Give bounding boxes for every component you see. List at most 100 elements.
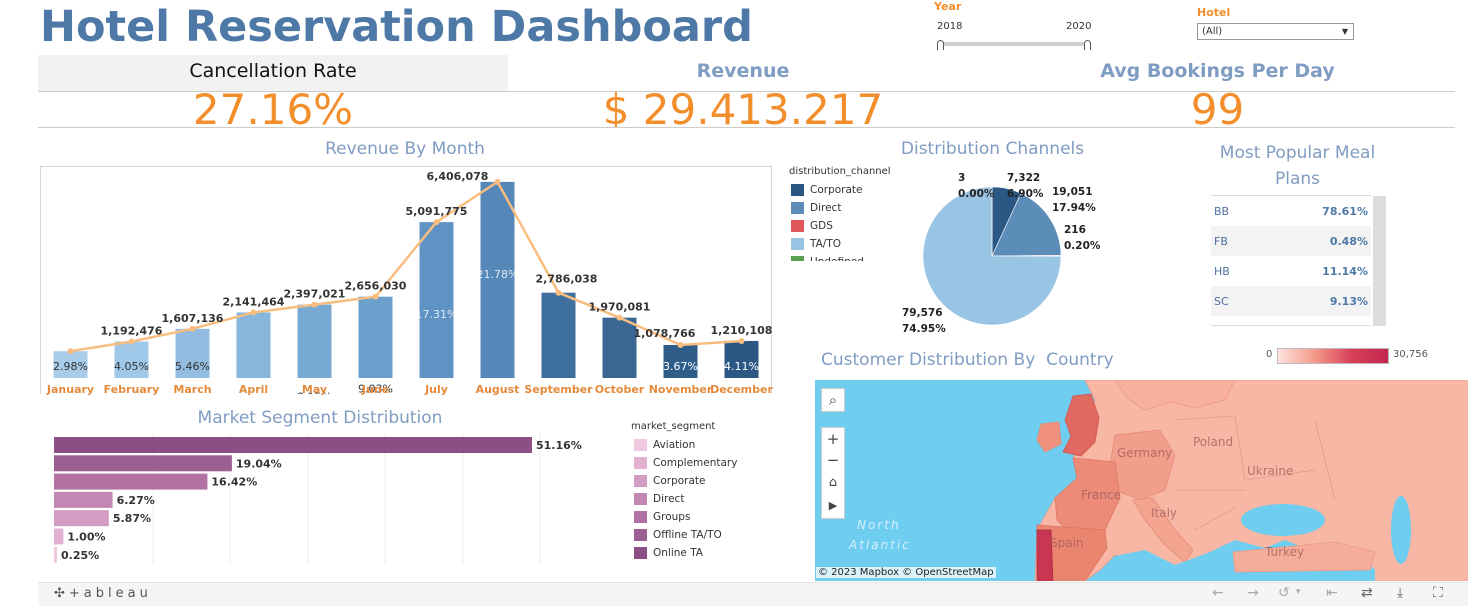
revenue-bar-april[interactable] [236, 312, 271, 378]
month-label: September [524, 383, 593, 396]
meal-pct: 9.13% [1329, 294, 1368, 308]
play-icon: ▶ [828, 499, 838, 512]
year-max-label: 2020 [1066, 21, 1092, 32]
distribution-legend-item[interactable]: TA/TO [791, 235, 864, 253]
revenue-trend-point[interactable] [677, 341, 684, 348]
revenue-trend-point[interactable] [250, 309, 257, 316]
meal-name: BB [1214, 204, 1230, 218]
pie-label-direct-count: 19,051 [1052, 186, 1093, 198]
year-slider-track[interactable] [940, 42, 1091, 46]
revenue-trend-point[interactable] [128, 338, 135, 345]
revenue-bar-july[interactable] [419, 222, 454, 378]
revenue-trend-point[interactable] [67, 348, 74, 355]
undo-icon[interactable]: ← [1212, 585, 1224, 601]
market-bar-aviation[interactable] [54, 546, 57, 563]
map-toolbar-expand-button[interactable]: ▶ [822, 494, 844, 518]
revenue-trend-point[interactable] [738, 337, 745, 344]
revenue-value-label: 6,406,078 [427, 170, 489, 183]
fullscreen-icon[interactable]: ⛶ [1433, 585, 1443, 601]
legend-swatch [634, 457, 647, 469]
revenue-bar-june[interactable] [358, 296, 393, 378]
download-icon[interactable]: ⤓ [1397, 585, 1403, 601]
market-bar-onlineta[interactable] [54, 437, 532, 453]
distribution-legend-item[interactable]: Undefined [791, 253, 864, 261]
market-legend-item[interactable]: Offline TA/TO [634, 526, 737, 544]
market-legend-item[interactable]: Aviation [634, 436, 737, 454]
market-segment-chart[interactable]: 51.16% 19.04% 16.42% 6.27% 5.87% 1.00% 0.25% [40, 433, 600, 565]
market-bar-corporate[interactable] [54, 510, 109, 527]
meal-table-scrollbar[interactable] [1373, 196, 1386, 326]
kpi-bookings-title: Avg Bookings Per Day [1100, 60, 1335, 82]
redo-icon[interactable]: → [1247, 585, 1259, 601]
revenue-bar-october[interactable] [602, 317, 637, 378]
legend-swatch [791, 220, 804, 232]
market-bar-groups[interactable] [54, 473, 208, 490]
market-bar-direct[interactable] [54, 491, 113, 508]
month-label: June [361, 383, 390, 396]
map-ocean-label-2: Atlantic [849, 538, 911, 552]
market-legend-item[interactable]: Groups [634, 508, 737, 526]
year-slider-min-handle[interactable] [937, 40, 944, 50]
pie-label-tato-count: 79,576 [902, 307, 943, 319]
revenue-trend-point[interactable] [372, 293, 379, 300]
market-legend-item[interactable]: Corporate [634, 472, 737, 490]
revert-dropdown-icon[interactable]: ▾ [1296, 587, 1301, 597]
month-label: March [173, 383, 212, 396]
market-bar-label: 16.42% [211, 476, 257, 489]
meal-name: HB [1214, 264, 1230, 278]
revenue-trend-point[interactable] [616, 314, 623, 321]
zoom-out-button[interactable]: − [822, 450, 844, 472]
hotel-select[interactable]: (All) ▼ [1197, 23, 1354, 40]
revenue-trend-point[interactable] [494, 178, 501, 185]
revenue-bar-may[interactable] [297, 304, 332, 378]
map-search-button[interactable]: ⌕ [821, 388, 845, 412]
revenue-value-label: 5,091,775 [406, 205, 468, 218]
meal-name: SC [1214, 294, 1229, 308]
revenue-trend-point[interactable] [433, 219, 440, 226]
market-bar-label: 1.00% [67, 531, 105, 544]
map-zoom-controls: + − ⌂ ▶ [821, 427, 845, 519]
tableau-toolbar: ✣+ableau ← → ↺ ▾ ⇤ ⇄ ⤓ ⛶ [38, 582, 1468, 606]
distribution-legend-item[interactable]: Corporate [791, 181, 864, 199]
market-legend-item[interactable]: Direct [634, 490, 737, 508]
map-label-turkey: Turkey [1265, 545, 1305, 559]
meal-row-bb[interactable]: BB 78.61% [1211, 196, 1371, 226]
meal-row-hb[interactable]: HB 11.14% [1211, 256, 1371, 286]
meal-row-sc[interactable]: SC 9.13% [1211, 286, 1371, 316]
kpi-revenue-value: $ 29.413.217 [602, 86, 884, 128]
share-icon[interactable]: ⇄ [1361, 585, 1373, 601]
reset-map-button[interactable]: ⌂ [822, 472, 844, 494]
legend-swatch [791, 202, 804, 214]
revenue-bar-september[interactable] [541, 292, 576, 378]
distribution-legend-item[interactable]: GDS [791, 217, 864, 235]
revenue-pct-label: 21.78% [477, 268, 519, 281]
map-land [1034, 380, 1468, 581]
market-bar-offlinetato[interactable] [54, 455, 232, 472]
distribution-legend-item[interactable]: Direct [791, 199, 864, 217]
market-bar-complementary[interactable] [54, 528, 64, 545]
meal-row-fb[interactable]: FB 0.48% [1211, 226, 1371, 256]
year-slider-max-handle[interactable] [1084, 40, 1091, 50]
revert-all-icon[interactable]: ⇤ [1326, 585, 1338, 601]
revenue-trend-point[interactable] [189, 325, 196, 332]
month-label: July [425, 383, 448, 396]
year-min-label: 2018 [937, 21, 963, 32]
kpi-cancellation-title: Cancellation Rate [189, 60, 357, 82]
pie-label-gds-pct: 0.20% [1064, 240, 1101, 252]
legend-swatch [634, 493, 647, 505]
revenue-trend-point[interactable] [555, 289, 562, 296]
country-map[interactable]: Poland Germany Ukraine France Italy Spai… [815, 380, 1468, 581]
map-label-germany: Germany [1117, 446, 1173, 460]
pie-label-gds-count: 216 [1064, 224, 1086, 236]
revenue-trend-point[interactable] [311, 301, 318, 308]
zoom-in-button[interactable]: + [822, 428, 844, 450]
tableau-brand-text: +ableau [68, 586, 152, 601]
revert-icon[interactable]: ↺ [1278, 585, 1290, 601]
tableau-logo[interactable]: ✣+ableau [54, 586, 152, 601]
market-legend-item[interactable]: Complementary [634, 454, 737, 472]
revenue-chart[interactable]: 2.98%4.05%5.46%7.28%8.15%9.03%17.31%21.7… [40, 166, 772, 394]
pie-label-corporate-pct: 6.90% [1007, 188, 1044, 200]
month-label: April [238, 383, 269, 396]
revenue-value-label: 2,786,038 [536, 273, 598, 286]
market-legend-item[interactable]: Online TA [634, 544, 737, 562]
